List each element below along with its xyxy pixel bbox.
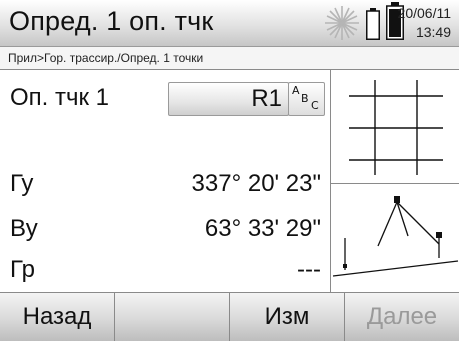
abc-letter-c: C	[311, 99, 319, 112]
grid-icon	[349, 80, 443, 175]
time-display: 13:49	[415, 24, 451, 40]
device-screen: Опред. 1 оп. тчк 20/06/11 13:49 Прил>Гор…	[0, 0, 459, 341]
hz-angle-label: Гу	[10, 170, 34, 197]
v-angle-value: 63° 33' 29"	[204, 215, 321, 242]
reference-point-value: R1	[251, 85, 282, 112]
battery-icon	[366, 8, 380, 40]
page-title: Опред. 1 оп. тчк	[9, 6, 214, 36]
breadcrumb-text: Прил>Гор. трассир./Опред. 1 точки	[8, 51, 204, 65]
edit-button[interactable]: Изм	[230, 293, 345, 341]
measurement-panel: Оп. тчк 1 R1 A B C Гу 337° 20' 23" Ву 63…	[0, 70, 329, 292]
v-angle-label: Ву	[10, 215, 38, 242]
softkey-empty	[115, 293, 230, 341]
reference-point-label: Оп. тчк 1	[10, 84, 110, 111]
abc-letter-a: A	[292, 84, 300, 97]
instrument-graphic-panel	[330, 184, 459, 292]
distance-value: ---	[297, 256, 321, 283]
breadcrumb: Прил>Гор. трассир./Опред. 1 точки	[0, 47, 459, 70]
tripod-icon	[332, 196, 459, 277]
distance-label: Гр	[10, 256, 35, 283]
next-button[interactable]: Далее	[345, 293, 459, 341]
hz-angle-value: 337° 20' 23"	[191, 170, 321, 197]
date-display: 20/06/11	[397, 5, 451, 21]
alphanumeric-input-button[interactable]: A B C	[288, 82, 325, 116]
laser-icon	[325, 6, 359, 40]
back-button[interactable]: Назад	[0, 293, 115, 341]
grid-graphic-panel	[330, 70, 459, 184]
softkey-bar: Назад Изм Далее	[0, 292, 459, 341]
title-bar: Опред. 1 оп. тчк 20/06/11 13:49	[0, 0, 459, 47]
reference-point-field[interactable]: R1	[168, 82, 289, 116]
abc-letter-b: B	[301, 92, 309, 105]
